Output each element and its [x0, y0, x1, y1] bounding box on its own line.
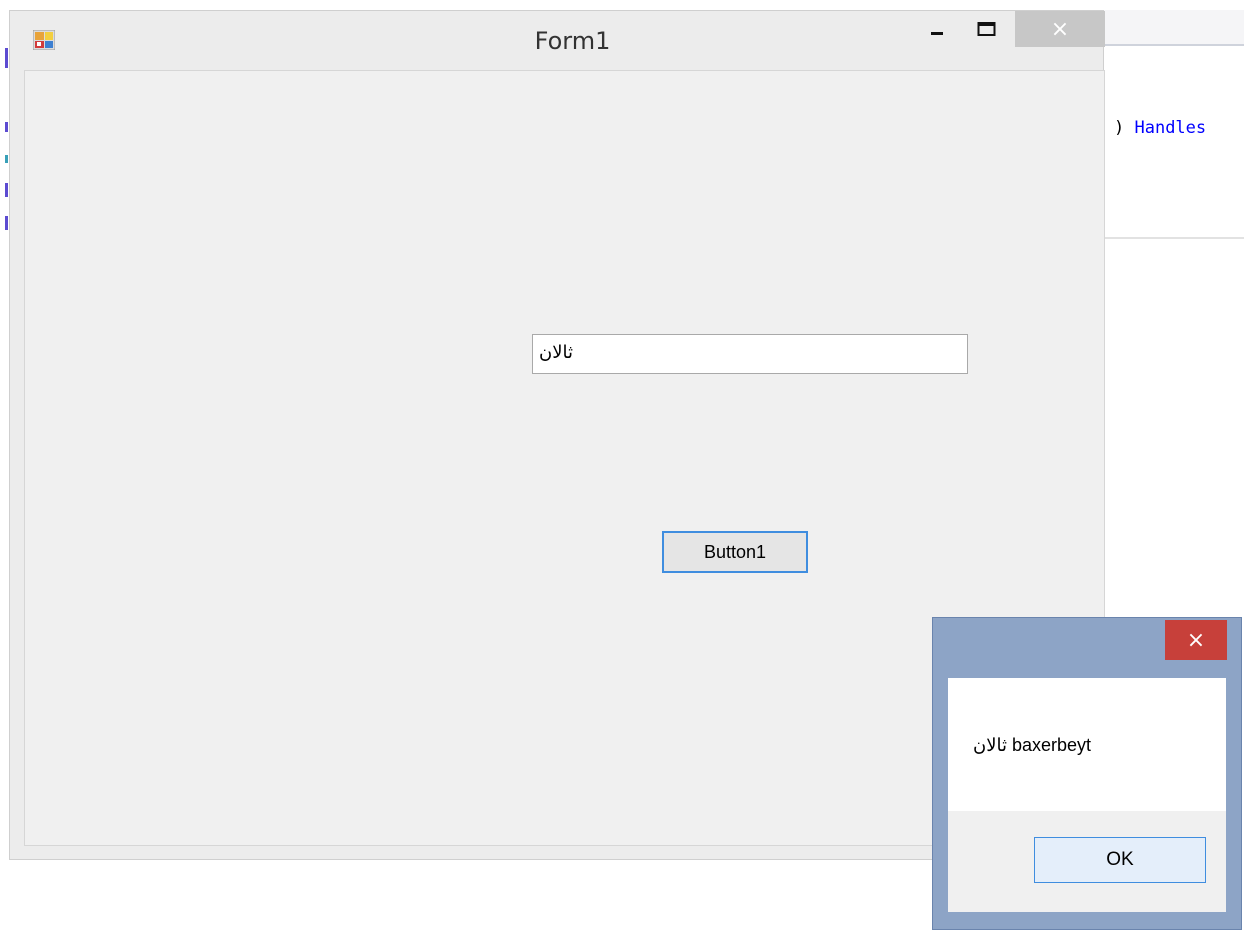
message-box: × ثالان baxerbeyt OK: [932, 617, 1242, 930]
button1[interactable]: Button1: [662, 531, 808, 573]
message-box-footer: OK: [948, 811, 1226, 912]
maximize-button[interactable]: [965, 11, 1009, 47]
message-box-close-button[interactable]: ×: [1165, 620, 1227, 660]
editor-divider: [1104, 237, 1244, 239]
minimize-icon: [931, 32, 943, 35]
code-line: ) Handles: [1114, 118, 1206, 138]
gutter-marker: [5, 155, 8, 163]
form-titlebar[interactable]: Form1 ×: [10, 11, 1105, 69]
gutter-marker: [5, 122, 8, 132]
ok-button[interactable]: OK: [1034, 837, 1206, 883]
close-icon: ×: [1050, 16, 1070, 42]
textbox1[interactable]: ثالان: [532, 334, 968, 374]
gutter-marker: [5, 216, 8, 230]
code-keyword-handles: Handles: [1134, 118, 1207, 138]
code-paren: ): [1114, 118, 1135, 138]
message-box-body: ثالان baxerbeyt OK: [948, 678, 1226, 912]
message-text: ثالان baxerbeyt: [973, 735, 1092, 755]
gutter-marker: [5, 183, 8, 197]
close-button[interactable]: ×: [1015, 11, 1105, 47]
minimize-button[interactable]: [915, 11, 959, 47]
maximize-icon: [977, 22, 996, 36]
close-icon: ×: [1186, 627, 1206, 653]
gutter-marker: [5, 48, 8, 68]
editor-tab-strip: [1104, 10, 1244, 46]
